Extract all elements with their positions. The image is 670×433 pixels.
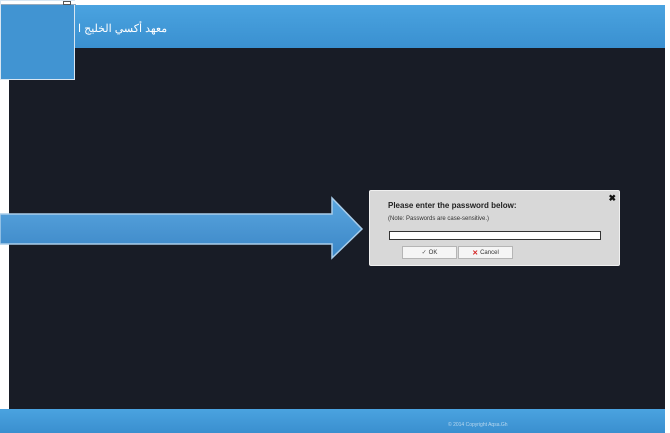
password-dialog: Please enter the password below: ✖ (Note… [369, 190, 620, 266]
close-icon[interactable]: ✖ [608, 193, 616, 204]
dialog-title: Please enter the password below: [388, 201, 517, 210]
ok-button[interactable]: ✓ OK [402, 246, 457, 259]
corner-overlay-panel [0, 0, 76, 80]
footer-bar: © 2014 Copyright Aqsa.Gh [0, 409, 665, 433]
corner-overlay-button[interactable] [63, 1, 71, 5]
pointer-arrow-icon [0, 196, 364, 260]
ok-button-label: OK [428, 249, 438, 256]
password-input[interactable] [389, 231, 601, 240]
x-icon: ✕ [472, 249, 479, 257]
footer-copyright: © 2014 Copyright Aqsa.Gh [448, 422, 508, 428]
page: معهد أكسي الخليج ا © 2014 Copyright Aqsa… [0, 0, 670, 433]
cancel-button-label: Cancel [480, 249, 499, 256]
cancel-button[interactable]: ✕ Cancel [458, 246, 513, 259]
header-bar: معهد أكسي الخليج ا [0, 5, 665, 48]
dialog-note: (Note: Passwords are case-sensitive.) [388, 216, 490, 222]
checkmark-icon: ✓ [421, 250, 427, 256]
site-title: معهد أكسي الخليج ا [78, 23, 168, 35]
